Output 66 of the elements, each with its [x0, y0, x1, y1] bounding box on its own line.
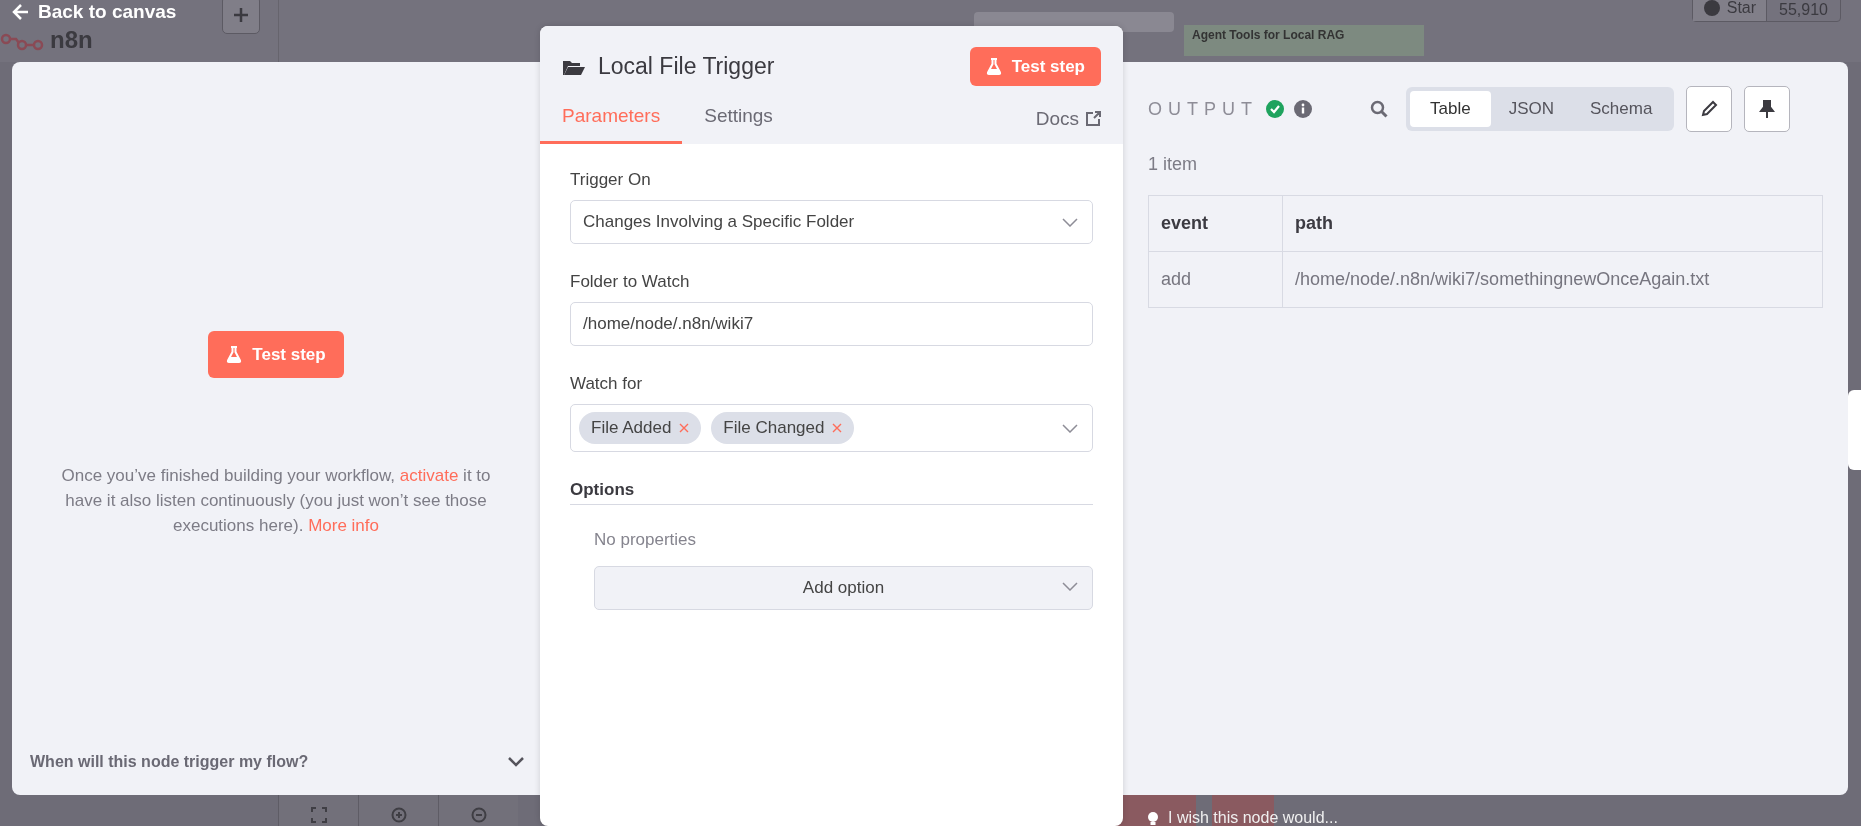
star-count: 55,910: [1766, 0, 1840, 21]
zoom-control[interactable]: [278, 795, 358, 826]
field-label: Trigger On: [570, 170, 652, 190]
add-button[interactable]: [222, 0, 260, 34]
zoom-in-icon: [390, 807, 407, 823]
view-tab[interactable]: Table: [1410, 91, 1491, 127]
close-icon[interactable]: [679, 423, 690, 433]
flask-icon: [226, 346, 243, 363]
activate-link[interactable]: activate: [399, 466, 459, 485]
docs-link[interactable]: Docs: [1035, 108, 1101, 144]
pin-button[interactable]: [1744, 86, 1791, 132]
fit-view-icon: [310, 807, 327, 823]
star-widget[interactable]: Star 55,910: [1691, 0, 1841, 22]
faq-question[interactable]: When will this node trigger my flow?: [30, 753, 309, 771]
zoom-control[interactable]: [438, 795, 518, 826]
tag-label: File Changed: [723, 418, 825, 438]
side-handle[interactable]: [1848, 390, 1861, 470]
panel-tab[interactable]: Settings: [682, 95, 795, 144]
node-title: Local File Trigger: [598, 53, 775, 80]
panel-tab[interactable]: Parameters: [540, 95, 683, 144]
flask-icon: [985, 58, 1002, 75]
item-count: 1 item: [1148, 154, 1199, 175]
logo-text: n8n: [50, 26, 93, 54]
tag-chip[interactable]: File Changed: [711, 412, 855, 444]
select-field[interactable]: Changes Involving a Specific Folder: [570, 200, 1093, 244]
arrow-left-icon: [12, 3, 30, 21]
chevron-icon[interactable]: [508, 757, 524, 767]
test-step-button[interactable]: Test step: [208, 331, 344, 378]
table-cell: /home/node/.n8n/wiki7/somethingnewOnceAgain.txt: [1282, 251, 1823, 308]
hint-text: Once you’ve finished building your workflow, activate it to have it also listen continuously (you just won’t see those executions here). More info: [60, 465, 492, 537]
field-label: Folder to Watch: [570, 272, 691, 292]
search-icon[interactable]: [1370, 100, 1388, 118]
test-step-button[interactable]: Test step: [969, 47, 1101, 86]
external-link-icon: [1085, 111, 1101, 127]
section-title: Options: [570, 480, 1093, 505]
column-header: path: [1282, 195, 1823, 252]
chevron-icon: [1062, 582, 1078, 591]
empty-message: No properties: [594, 530, 698, 550]
add-option-button[interactable]: Add option: [594, 566, 1093, 610]
field-label: Watch for: [570, 374, 644, 394]
view-tab[interactable]: JSON: [1490, 91, 1572, 127]
tag-chip[interactable]: File Added: [579, 412, 702, 444]
chevron-icon: [1062, 423, 1078, 433]
more-info-link[interactable]: More info: [308, 516, 379, 535]
input-field[interactable]: /home/node/.n8n/wiki7: [570, 302, 1093, 346]
edit-button[interactable]: [1686, 86, 1733, 132]
view-tab[interactable]: Schema: [1572, 91, 1671, 127]
star-button[interactable]: Star: [1692, 0, 1767, 21]
zoom-out-icon: [470, 807, 487, 823]
tag-label: File Added: [591, 418, 672, 438]
column-header: event: [1148, 195, 1283, 252]
output-title: OUTPUT: [1148, 98, 1258, 120]
plus-icon: [233, 7, 249, 23]
workflow-title: Agent Tools for Local RAG: [1184, 25, 1425, 56]
lightbulb-icon: [1146, 810, 1160, 826]
info-icon[interactable]: [1294, 100, 1312, 118]
multi-select-field[interactable]: File Added File Changed: [570, 404, 1093, 452]
chevron-icon: [1062, 217, 1078, 227]
pencil-icon: [1700, 100, 1719, 118]
pin-icon: [1758, 99, 1777, 119]
table-cell: add: [1148, 251, 1283, 308]
back-link[interactable]: Back to canvas: [12, 1, 177, 23]
close-icon[interactable]: [832, 423, 843, 433]
zoom-control[interactable]: [358, 795, 438, 826]
check-circle-icon: [1266, 100, 1284, 118]
feedback-prompt[interactable]: I wish this node would...: [1168, 809, 1338, 826]
